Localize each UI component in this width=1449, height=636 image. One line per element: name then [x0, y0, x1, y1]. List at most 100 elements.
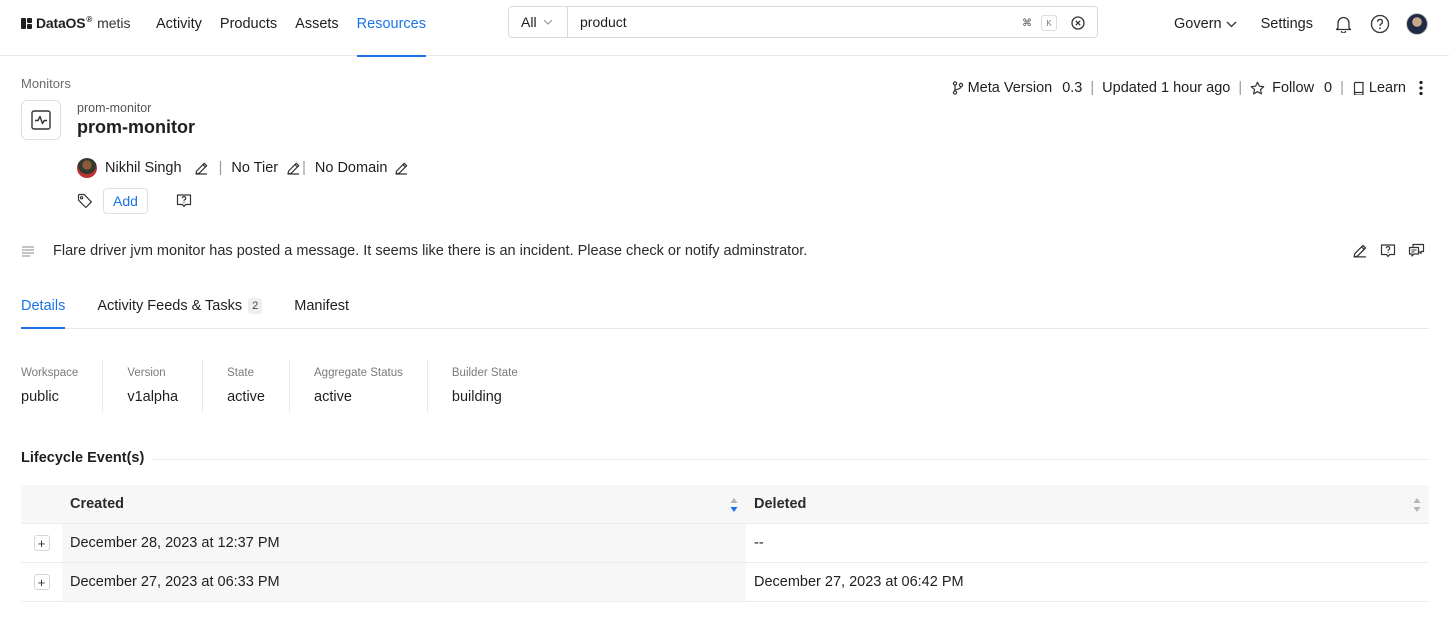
property-value: v1alpha — [127, 389, 179, 405]
tags-row: Add — [77, 188, 192, 214]
property-value: building — [451, 389, 502, 405]
domain-label: No Domain — [314, 160, 388, 176]
cell-deleted: December 27, 2023 at 06:42 PM — [754, 574, 964, 590]
tab-manifest-label: Manifest — [294, 298, 350, 314]
more-options-icon[interactable] — [1419, 80, 1423, 96]
command-key-icon: ⌘ — [1022, 17, 1032, 29]
meta-version-label[interactable]: Meta Version — [968, 80, 1053, 96]
brand-logo[interactable]: DataOS® metis — [21, 15, 131, 31]
edit-domain-pencil-icon[interactable] — [394, 161, 409, 176]
tab-details-label: Details — [21, 298, 66, 314]
k-key-badge: K — [1041, 15, 1057, 31]
expand-row-plus-icon[interactable]: + — [33, 574, 50, 590]
brand-sub: metis — [97, 15, 131, 31]
follow-button[interactable]: Follow — [1250, 80, 1314, 96]
settings-link[interactable]: Settings — [1261, 16, 1313, 32]
git-branch-icon — [952, 81, 963, 95]
primary-nav: Activity Products Assets Resources — [156, 0, 444, 57]
owner-avatar — [77, 158, 97, 178]
sort-descending-icon[interactable] — [730, 497, 738, 513]
property-label: Workspace — [21, 367, 79, 379]
property-workspace: Workspace public — [21, 360, 104, 412]
lifecycle-section-title: Lifecycle Event(s) — [21, 450, 145, 466]
divider: | — [1090, 80, 1095, 96]
tag-icon — [77, 193, 92, 209]
property-label: Builder State — [451, 367, 518, 379]
dataos-logo-icon — [21, 17, 33, 29]
entity-tabs: Details Activity Feeds & Tasks 2 Manifes… — [21, 290, 1429, 329]
monitor-icon — [21, 100, 61, 140]
book-icon — [1353, 81, 1364, 95]
property-label: State — [227, 367, 254, 379]
tab-activity-feeds[interactable]: Activity Feeds & Tasks 2 — [97, 290, 263, 328]
owner-name[interactable]: Nikhil Singh — [105, 160, 182, 176]
edit-owner-pencil-icon[interactable] — [194, 161, 209, 176]
property-value: active — [314, 389, 352, 405]
conversation-icon[interactable] — [1408, 243, 1425, 259]
property-version: Version v1alpha — [127, 360, 204, 412]
column-header-created[interactable]: Created — [62, 485, 746, 523]
description-text: Flare driver jvm monitor has posted a me… — [53, 243, 808, 259]
star-icon — [1250, 81, 1265, 94]
govern-menu[interactable]: Govern — [1174, 16, 1237, 32]
property-label: Version — [127, 367, 166, 379]
edit-description-pencil-icon[interactable] — [1352, 243, 1368, 259]
property-builder-state: Builder State building — [452, 360, 542, 412]
entity-subtitle: prom-monitor — [77, 101, 152, 115]
property-state: State active — [227, 360, 290, 412]
updated-timestamp: Updated 1 hour ago — [1102, 80, 1231, 96]
request-tags-icon[interactable] — [176, 193, 192, 209]
property-value: active — [227, 389, 265, 405]
top-navbar: DataOS® metis Activity Products Assets R… — [0, 0, 1449, 57]
user-avatar[interactable] — [1406, 13, 1428, 35]
column-header-deleted[interactable]: Deleted — [746, 485, 1429, 523]
add-tag-button[interactable]: Add — [103, 188, 148, 214]
description-row: Flare driver jvm monitor has posted a me… — [21, 240, 1429, 262]
nav-resources[interactable]: Resources — [356, 0, 427, 57]
divider: | — [218, 160, 223, 176]
sort-icon[interactable] — [1413, 497, 1421, 513]
notification-bell-icon[interactable] — [1335, 15, 1352, 33]
nav-products[interactable]: Products — [220, 0, 277, 56]
tab-activity-feeds-label: Activity Feeds & Tasks — [97, 298, 243, 314]
description-lines-icon — [22, 246, 34, 257]
property-aggregate-status: Aggregate Status active — [314, 360, 428, 412]
cell-created: December 28, 2023 at 12:37 PM — [62, 524, 746, 562]
lifecycle-table: Created Deleted + December 28, 2023 at 1… — [21, 485, 1429, 602]
divider: | — [302, 160, 306, 176]
chevron-down-icon — [543, 19, 552, 25]
expand-row-plus-icon[interactable]: + — [33, 535, 50, 551]
brand-name: DataOS® — [36, 15, 93, 31]
learn-button[interactable]: Learn — [1352, 80, 1406, 96]
request-description-icon[interactable] — [1380, 243, 1396, 259]
search-scope-value: All — [521, 14, 537, 30]
clear-search-icon[interactable] — [1071, 16, 1085, 30]
follow-count: 0 — [1324, 80, 1333, 96]
section-divider — [152, 459, 1429, 460]
edit-tier-pencil-icon[interactable] — [286, 161, 301, 176]
description-actions — [1352, 243, 1425, 259]
entity-meta-bar: Meta Version 0.3 | Updated 1 hour ago | … — [952, 78, 1423, 98]
govern-label: Govern — [1174, 16, 1222, 32]
column-header-label: Deleted — [754, 496, 807, 512]
divider: | — [1238, 80, 1243, 96]
divider: | — [1340, 80, 1344, 96]
table-row: + December 28, 2023 at 12:37 PM -- — [21, 524, 1429, 563]
breadcrumb[interactable]: Monitors — [21, 76, 71, 91]
search-input[interactable] — [580, 14, 1000, 30]
nav-assets[interactable]: Assets — [295, 0, 339, 56]
page-title: prom-monitor — [77, 117, 195, 137]
tab-manifest[interactable]: Manifest — [294, 290, 349, 328]
chevron-down-icon — [1226, 21, 1237, 27]
column-header-label: Created — [70, 496, 124, 512]
search-scope-select[interactable]: All — [509, 7, 568, 37]
help-icon[interactable] — [1370, 14, 1390, 34]
meta-version-value: 0.3 — [1062, 80, 1083, 96]
expand-cell: + — [21, 563, 62, 601]
property-value: public — [21, 389, 59, 405]
tab-details[interactable]: Details — [21, 290, 66, 329]
tier-label: No Tier — [231, 160, 279, 176]
cell-deleted: -- — [754, 535, 764, 551]
global-search: All ⌘ K — [508, 6, 1098, 38]
nav-activity[interactable]: Activity — [156, 0, 202, 56]
